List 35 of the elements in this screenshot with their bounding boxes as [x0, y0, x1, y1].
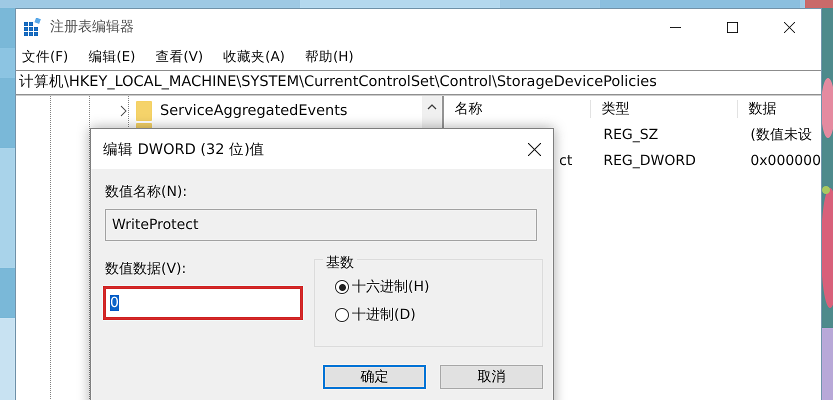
- close-icon[interactable]: [784, 22, 795, 32]
- table-cell: REG_SZ: [603, 127, 658, 143]
- ok-button[interactable]: 确定: [323, 365, 426, 389]
- radio-label[interactable]: 十进制(D): [352, 306, 416, 324]
- field-label: 数值名称(N):: [105, 183, 188, 201]
- table-cell: 0x000000: [750, 153, 821, 169]
- group-label: 基数: [323, 254, 357, 272]
- tree-item[interactable]: ServiceAggregatedEvents: [160, 103, 348, 119]
- value-field[interactable]: 0: [103, 286, 303, 320]
- dialog-title: 编辑 DWORD (32 位)值: [103, 140, 265, 158]
- chevron-icon[interactable]: [120, 105, 128, 117]
- menu-item[interactable]: 收藏夹(A): [223, 48, 285, 66]
- column-header[interactable]: 数据: [737, 100, 821, 118]
- close-icon[interactable]: [528, 142, 541, 156]
- registry-icon: [24, 18, 42, 36]
- menu-item[interactable]: 文件(F): [22, 48, 68, 66]
- column-header[interactable]: 类型: [590, 100, 738, 118]
- field-label: 数值数据(V):: [105, 260, 188, 278]
- address-field[interactable]: 计算机\HKEY_LOCAL_MACHINE\SYSTEM\CurrentControlSet\Control\StorageDevicePolicies: [16, 70, 821, 95]
- menu-item[interactable]: 编辑(E): [88, 48, 136, 66]
- menu-item[interactable]: 帮助(H): [304, 48, 354, 66]
- menu-item[interactable]: 查看(V): [155, 48, 204, 66]
- column-header[interactable]: 名称: [444, 100, 590, 118]
- folder-icon: [136, 101, 152, 121]
- radio-label[interactable]: 十六进制(H): [352, 278, 430, 296]
- radio-button[interactable]: [335, 280, 349, 294]
- cancel-button[interactable]: 取消: [440, 365, 543, 389]
- window-title: 注册表编辑器: [50, 18, 134, 36]
- table-cell: (数值未设: [750, 127, 812, 143]
- scroll-up-icon[interactable]: [427, 104, 438, 110]
- maximize-icon[interactable]: [727, 22, 738, 32]
- name-field[interactable]: WriteProtect: [105, 209, 537, 241]
- table-cell: ct: [559, 153, 572, 169]
- table-cell: REG_DWORD: [603, 153, 696, 169]
- radio-button[interactable]: [335, 308, 349, 322]
